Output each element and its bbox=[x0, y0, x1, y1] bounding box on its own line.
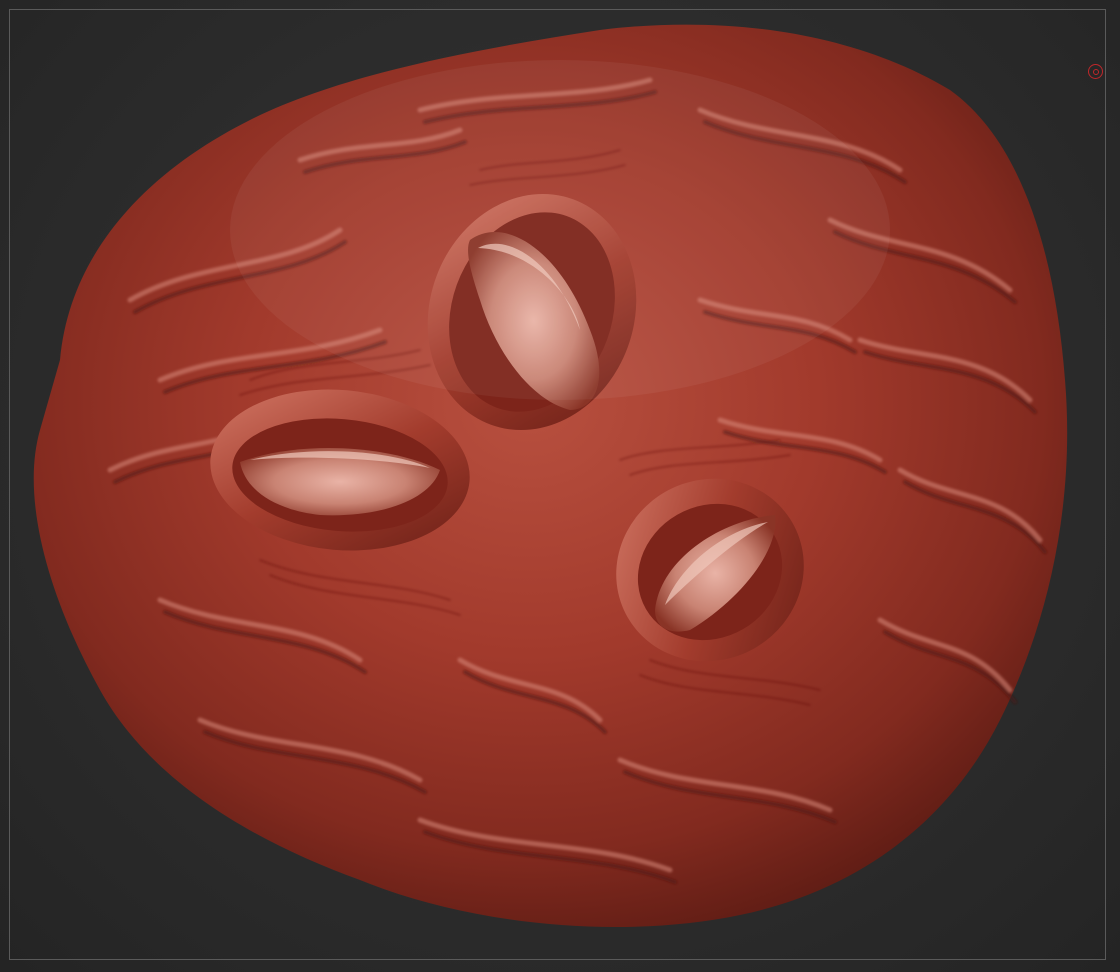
zbrush-canvas-viewport[interactable] bbox=[0, 0, 1120, 972]
sculpt-model[interactable] bbox=[0, 0, 1120, 972]
specular-highlight bbox=[230, 60, 890, 400]
perspective-circle-icon[interactable] bbox=[1088, 64, 1103, 79]
